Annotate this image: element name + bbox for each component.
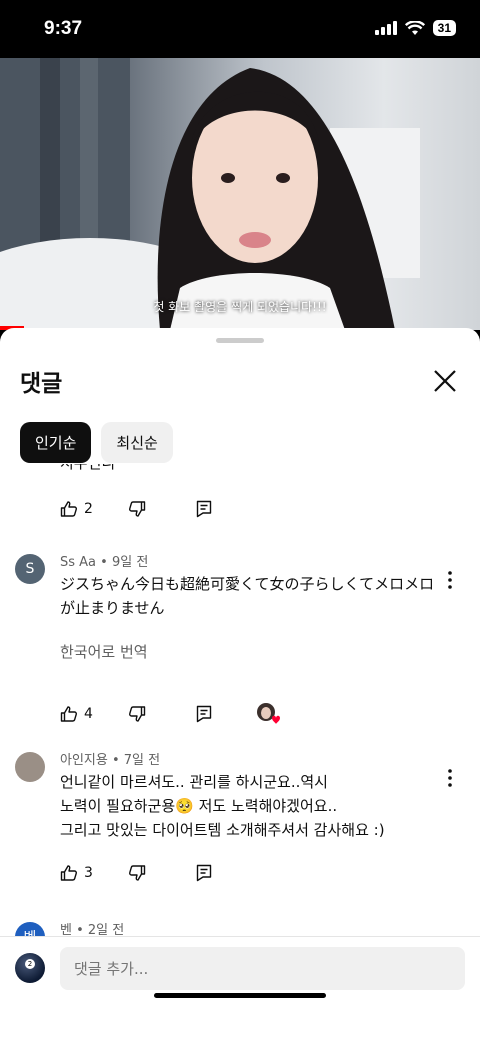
like-count: 2 [84, 501, 93, 517]
reply-button[interactable] [196, 864, 264, 882]
panel-title: 댓글 [20, 371, 63, 397]
avatar[interactable]: 벤 [15, 922, 45, 936]
reply-button[interactable] [196, 705, 264, 723]
reply-icon [196, 705, 212, 723]
like-button[interactable]: 2 [60, 500, 128, 518]
close-icon[interactable] [430, 366, 460, 396]
thumbs-up-icon [60, 501, 77, 517]
status-bar: 9:37 31 [0, 0, 480, 58]
comment-text: ジスちゃん今日も超絶可愛くて女の子らしくてメロメロ が止まりません [60, 575, 435, 617]
status-icons: 31 [374, 20, 456, 36]
reply-button[interactable] [196, 500, 264, 518]
video-player[interactable]: 첫 화보 촬영을 찍게 되었습니다!!! [0, 58, 480, 330]
comment-meta[interactable]: 아인지용 • 7일 전 [60, 749, 160, 768]
user-avatar[interactable]: 2 [15, 953, 45, 983]
video-caption: 첫 화보 촬영을 찍게 되었습니다!!! [153, 300, 327, 314]
thumbs-down-icon [129, 865, 146, 881]
dislike-button[interactable] [128, 705, 196, 723]
wifi-icon [404, 20, 425, 35]
chip-newest[interactable]: 최신순 [101, 422, 173, 463]
reply-icon [196, 500, 212, 518]
reply-icon [196, 864, 212, 882]
avatar[interactable]: S [15, 554, 45, 584]
comment-meta[interactable]: 벤 • 2일 전 [60, 919, 124, 936]
creator-heart-icon [257, 703, 280, 724]
signal-icon [374, 21, 397, 35]
comment-text: 지수언니 [60, 464, 115, 473]
dislike-button[interactable] [128, 864, 196, 882]
comment-actions: 3 [60, 864, 264, 882]
comment-actions: 2 [60, 500, 264, 518]
comment-text: 언니같이 마르셔도.. 관리를 하시군요..역시 노력이 필요하군용🥺 저도 노… [60, 773, 385, 839]
chip-top[interactable]: 인기순 [20, 422, 92, 463]
comment-composer: 2 [0, 936, 480, 1039]
thumbs-up-icon [60, 706, 77, 722]
battery-indicator: 31 [432, 20, 456, 36]
comments-panel: 댓글 인기순 최신순 지수언니 2 S Ss Aa • 9일 전 ジスちゃ [0, 328, 480, 1039]
avatar[interactable] [15, 752, 45, 782]
comment-list[interactable]: 지수언니 2 S Ss Aa • 9일 전 ジスちゃん今日も超絶可愛くて女の子ら… [0, 464, 480, 936]
translate-link[interactable]: 한국어로 번역 [60, 641, 148, 662]
like-count: 3 [84, 865, 93, 881]
dislike-button[interactable] [128, 500, 196, 518]
sort-chips: 인기순 최신순 [20, 422, 173, 463]
like-button[interactable]: 3 [60, 864, 128, 882]
comment-actions: 4 [60, 702, 282, 726]
more-options-icon[interactable] [444, 570, 456, 590]
like-count: 4 [84, 706, 93, 722]
home-indicator[interactable] [154, 993, 326, 998]
thumbs-up-icon [60, 865, 77, 881]
like-button[interactable]: 4 [60, 705, 128, 723]
drag-handle[interactable] [216, 338, 264, 343]
status-time: 9:37 [44, 18, 83, 39]
thumbs-down-icon [129, 706, 146, 722]
add-comment-input[interactable] [60, 947, 465, 990]
thumbs-down-icon [129, 501, 146, 517]
video-frame [0, 58, 420, 330]
comment-meta[interactable]: Ss Aa • 9일 전 [60, 551, 148, 570]
